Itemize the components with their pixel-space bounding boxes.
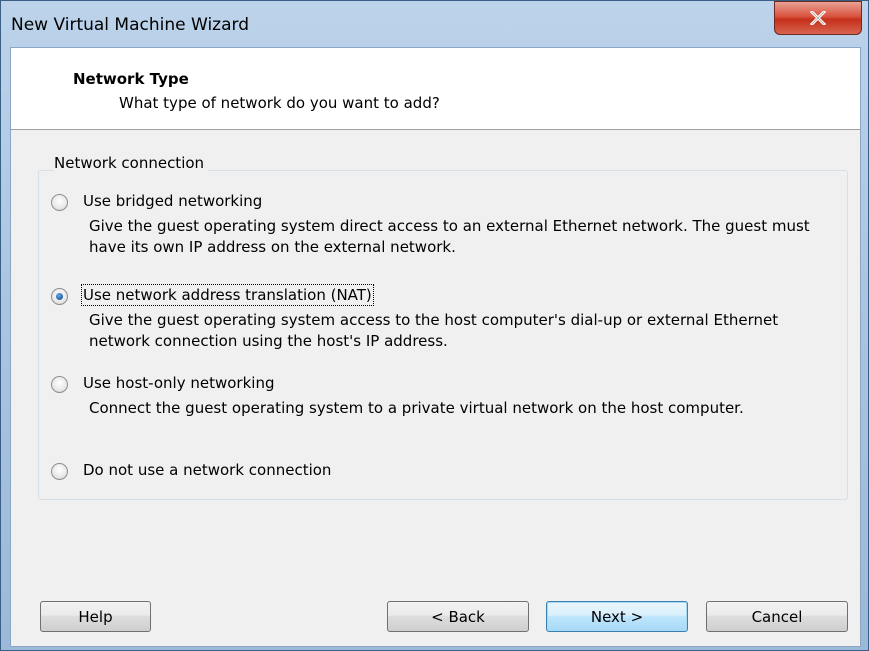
back-button[interactable]: < Back [387, 601, 529, 632]
page-subtitle: What type of network do you want to add? [119, 94, 440, 112]
help-button[interactable]: Help [40, 601, 151, 632]
option-host-only-description: Connect the guest operating system to a … [89, 399, 744, 417]
wizard-header: Network Type What type of network do you… [11, 48, 860, 130]
option-bridged-description: Give the guest operating system direct a… [89, 217, 810, 256]
wizard-window: New Virtual Machine Wizard Network Type … [0, 0, 869, 651]
window-title: New Virtual Machine Wizard [11, 15, 249, 35]
title-bar[interactable]: New Virtual Machine Wizard [1, 1, 868, 47]
radio-host-only[interactable] [51, 376, 68, 393]
option-nat-label[interactable]: Use network address translation (NAT) [81, 284, 374, 306]
group-label: Network connection [54, 154, 209, 172]
radio-no-network[interactable] [51, 463, 68, 480]
option-host-only-label[interactable]: Use host-only networking [83, 374, 274, 392]
radio-nat[interactable] [51, 288, 68, 305]
option-nat-description: Give the guest operating system access t… [89, 311, 779, 350]
option-no-network-label[interactable]: Do not use a network connection [83, 461, 331, 479]
option-bridged-label[interactable]: Use bridged networking [83, 192, 262, 210]
next-button[interactable]: Next > [546, 601, 688, 632]
close-button[interactable] [774, 1, 862, 35]
wizard-body: Network Type What type of network do you… [10, 47, 861, 647]
close-icon [810, 11, 826, 25]
page-title: Network Type [73, 70, 189, 88]
radio-bridged[interactable] [51, 194, 68, 211]
cancel-button[interactable]: Cancel [706, 601, 848, 632]
